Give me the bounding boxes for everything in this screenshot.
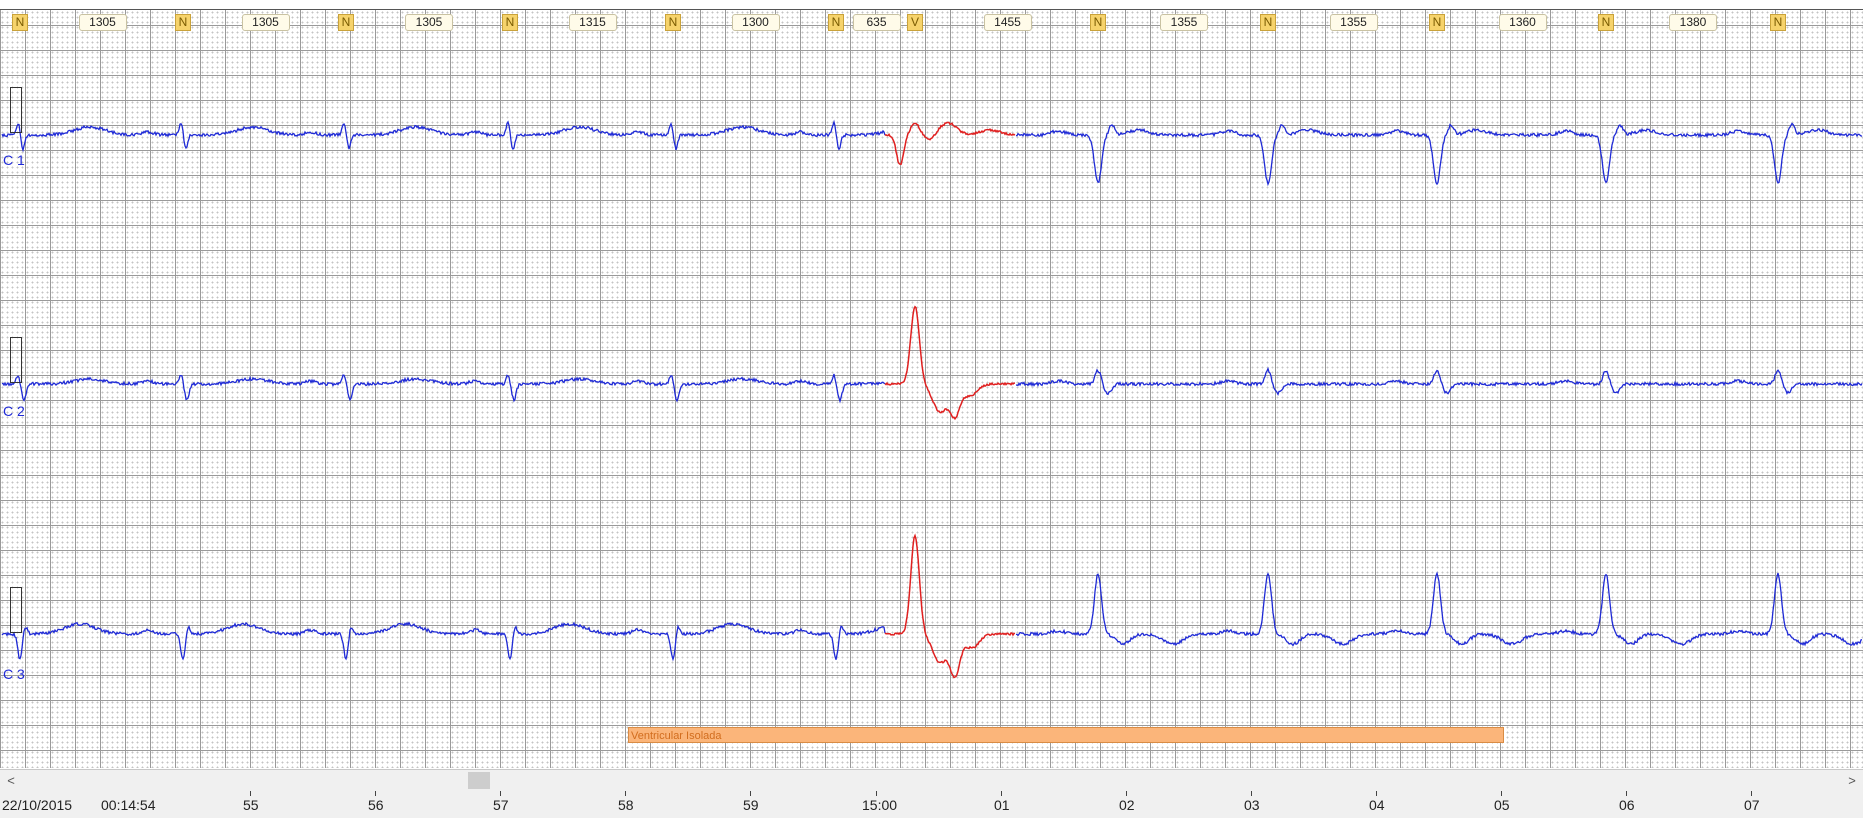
- time-tick-label: 07: [1744, 797, 1760, 813]
- time-tick-mark: [375, 791, 376, 796]
- start-time-label: 00:14:54: [101, 797, 156, 813]
- time-tick-mark: [1751, 791, 1752, 796]
- ecg-trace-ventricular-beat[interactable]: [884, 533, 1016, 679]
- ecg-trace-normal: [1, 373, 886, 404]
- time-tick-label: 15:00: [862, 797, 898, 813]
- time-tick-mark: [1626, 791, 1627, 796]
- time-tick-label: 03: [1244, 797, 1260, 813]
- time-tick-label: 04: [1369, 797, 1385, 813]
- time-tick-label: 58: [618, 797, 634, 813]
- ecg-trace-normal: [1015, 122, 1863, 187]
- time-tick-mark: [750, 791, 751, 796]
- time-tick-label: 57: [493, 797, 509, 813]
- ecg-trace-ventricular-beat[interactable]: [884, 121, 1016, 166]
- date-label: 22/10/2015: [2, 797, 73, 813]
- time-tick-mark: [625, 791, 626, 796]
- ecg-trace-normal: [1015, 366, 1863, 397]
- horizontal-scrollbar[interactable]: < >: [0, 769, 1863, 792]
- ecg-trace-ventricular-beat[interactable]: [884, 305, 1015, 421]
- ecg-trace-normal: [1, 621, 886, 662]
- calibration-pulse-c2: [10, 337, 22, 383]
- time-tick-label: 59: [743, 797, 759, 813]
- time-tick-label: 05: [1494, 797, 1510, 813]
- time-tick-mark: [876, 791, 877, 796]
- channel-label-c1: C 1: [3, 152, 25, 168]
- ecg-traces: [1, 119, 1863, 679]
- time-tick-label: 55: [243, 797, 259, 813]
- ecg-trace-normal: [1, 119, 886, 153]
- time-tick-label: 01: [994, 797, 1010, 813]
- event-bar-ventricular-isolada[interactable]: Ventricular Isolada: [628, 727, 1504, 743]
- calibration-pulse-c3: [10, 587, 22, 633]
- time-tick-label: 02: [1119, 797, 1135, 813]
- scroll-left-icon[interactable]: <: [2, 772, 20, 789]
- time-tick-mark: [1376, 791, 1377, 796]
- scroll-thumb[interactable]: [468, 772, 490, 789]
- channel-label-c2: C 2: [3, 403, 25, 419]
- time-tick-mark: [1251, 791, 1252, 796]
- time-tick-mark: [500, 791, 501, 796]
- time-tick-label: 56: [368, 797, 384, 813]
- time-axis: 22/10/2015 00:14:54 55 56 57 58 59 15:00 01 02 0…: [0, 791, 1863, 818]
- ecg-trace-normal: [1016, 571, 1863, 647]
- time-tick-mark: [1001, 791, 1002, 796]
- time-tick-mark: [1126, 791, 1127, 796]
- time-tick-label: 06: [1619, 797, 1635, 813]
- scroll-right-icon[interactable]: >: [1843, 772, 1861, 789]
- time-tick-mark: [250, 791, 251, 796]
- calibration-pulse-c1: [10, 87, 22, 133]
- channel-label-c3: C 3: [3, 666, 25, 682]
- time-tick-mark: [1501, 791, 1502, 796]
